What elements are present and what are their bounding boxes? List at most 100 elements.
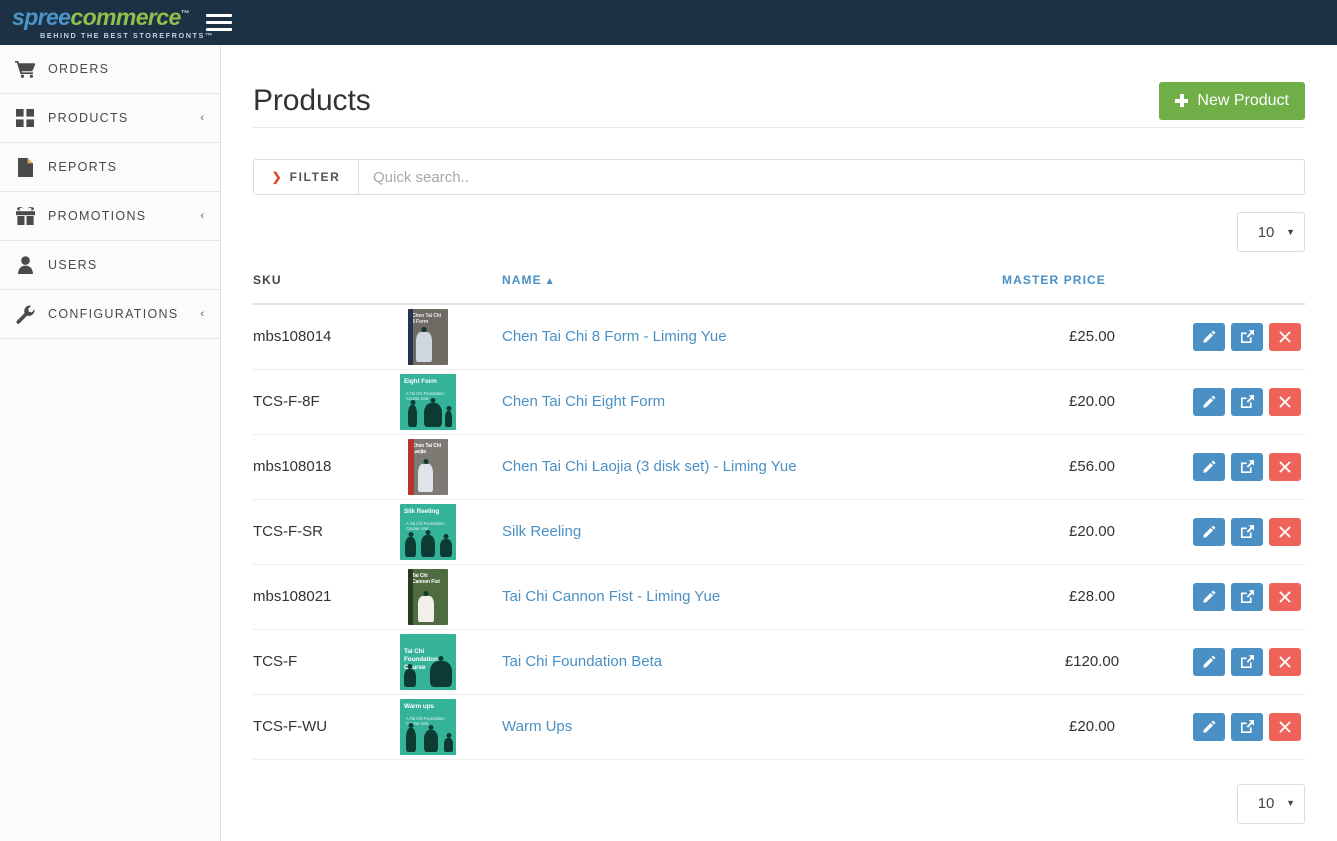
- sidebar-item-orders[interactable]: ORDERS: [0, 45, 220, 94]
- cell-thumbnail: Warm ups A Tai Chi Foundation Course Uni…: [400, 694, 502, 759]
- clone-button[interactable]: [1231, 713, 1263, 741]
- new-product-button[interactable]: New Product: [1159, 82, 1305, 120]
- edit-button[interactable]: [1193, 518, 1225, 546]
- table-header-row: SKU NAME▲ MASTER PRICE: [253, 273, 1305, 304]
- sidebar-item-products[interactable]: PRODUCTS ‹: [0, 94, 220, 143]
- column-header-actions: [1182, 273, 1305, 304]
- sidebar-item-reports[interactable]: REPORTS: [0, 143, 220, 192]
- gift-icon: [12, 205, 38, 227]
- delete-icon: [1279, 721, 1291, 733]
- page-header: Products New Product: [253, 45, 1305, 127]
- edit-button[interactable]: [1193, 453, 1225, 481]
- delete-icon: [1279, 461, 1291, 473]
- per-page-value: 10: [1238, 795, 1286, 812]
- delete-button[interactable]: [1269, 453, 1301, 481]
- search-input[interactable]: [359, 160, 1304, 194]
- product-name-link[interactable]: Tai Chi Foundation Beta: [502, 653, 662, 670]
- search-toolbar: ❯ FILTER: [253, 159, 1305, 195]
- sidebar-item-label: ORDERS: [48, 62, 109, 76]
- hamburger-menu-icon[interactable]: [206, 12, 232, 34]
- sidebar-item-configurations[interactable]: CONFIGURATIONS ‹: [0, 290, 220, 339]
- table-row: TCS-F-WU Warm ups A Tai Chi Foundation C…: [253, 694, 1305, 759]
- cell-master-price: £20.00: [1002, 694, 1182, 759]
- logo-spree-text: spree: [12, 4, 70, 30]
- product-thumbnail[interactable]: Eight Form A Tai Chi Foundation Course U…: [400, 374, 456, 430]
- cell-sku: TCS-F-8F: [253, 369, 400, 434]
- product-name-link[interactable]: Warm Ups: [502, 718, 572, 735]
- document-icon: [12, 156, 38, 178]
- clone-button[interactable]: [1231, 453, 1263, 481]
- wrench-icon: [12, 303, 38, 325]
- column-header-name-label: NAME: [502, 273, 542, 287]
- delete-button[interactable]: [1269, 388, 1301, 416]
- user-icon: [12, 254, 38, 276]
- cell-master-price: £120.00: [1002, 629, 1182, 694]
- product-thumbnail[interactable]: Chen Tai Chi 8 Form: [408, 309, 448, 365]
- clone-button[interactable]: [1231, 648, 1263, 676]
- product-thumbnail[interactable]: Warm ups A Tai Chi Foundation Course Uni…: [400, 699, 456, 755]
- products-table-head: SKU NAME▲ MASTER PRICE: [253, 273, 1305, 304]
- cell-actions: [1182, 304, 1305, 369]
- logo-wordmark: spreecommerce™: [12, 6, 189, 29]
- column-header-name[interactable]: NAME▲: [502, 273, 1002, 304]
- delete-button[interactable]: [1269, 648, 1301, 676]
- per-page-select-bottom[interactable]: 10 ▼: [1237, 784, 1305, 824]
- row-action-group: [1193, 648, 1305, 676]
- filter-button[interactable]: ❯ FILTER: [254, 160, 359, 194]
- delete-button[interactable]: [1269, 713, 1301, 741]
- product-name-link[interactable]: Chen Tai Chi Eight Form: [502, 393, 665, 410]
- hamburger-bar: [206, 21, 232, 24]
- logo-tagline: BEHIND THE BEST STOREFRONTS™: [40, 32, 214, 39]
- clone-button[interactable]: [1231, 323, 1263, 351]
- cell-product-name: Tai Chi Cannon Fist - Liming Yue: [502, 564, 1002, 629]
- edit-button[interactable]: [1193, 583, 1225, 611]
- edit-button[interactable]: [1193, 323, 1225, 351]
- clone-icon: [1241, 460, 1254, 473]
- clone-icon: [1241, 655, 1254, 668]
- thumbnail-title: Chen Tai Chi Laojia: [412, 443, 444, 456]
- delete-button[interactable]: [1269, 583, 1301, 611]
- sidebar-item-label: USERS: [48, 258, 98, 272]
- row-action-group: [1193, 453, 1305, 481]
- sidebar-item-label: REPORTS: [48, 160, 117, 174]
- product-thumbnail[interactable]: Tai Chi Foundation Course: [400, 634, 456, 690]
- clone-button[interactable]: [1231, 388, 1263, 416]
- table-row: TCS-F-8F Eight Form A Tai Chi Foundation…: [253, 369, 1305, 434]
- table-row: mbs108018 Chen Tai Chi Laojia Chen Tai C…: [253, 434, 1305, 499]
- row-action-group: [1193, 323, 1305, 351]
- edit-button[interactable]: [1193, 713, 1225, 741]
- clone-icon: [1241, 330, 1254, 343]
- row-action-group: [1193, 388, 1305, 416]
- edit-button[interactable]: [1193, 648, 1225, 676]
- products-table: SKU NAME▲ MASTER PRICE mbs108014 Chen Ta…: [253, 273, 1305, 760]
- column-header-sku: SKU: [253, 273, 400, 304]
- main-content-area: Products New Product ❯ FILTER 10 ▼ SK: [221, 45, 1337, 841]
- row-action-group: [1193, 518, 1305, 546]
- product-name-link[interactable]: Tai Chi Cannon Fist - Liming Yue: [502, 588, 720, 605]
- clone-button[interactable]: [1231, 518, 1263, 546]
- clone-button[interactable]: [1231, 583, 1263, 611]
- per-page-select-top[interactable]: 10 ▼: [1237, 212, 1305, 252]
- sidebar-item-promotions[interactable]: PROMOTIONS ‹: [0, 192, 220, 241]
- spree-commerce-logo[interactable]: spreecommerce™ BEHIND THE BEST STOREFRON…: [12, 6, 192, 39]
- cart-icon: [12, 58, 38, 80]
- product-name-link[interactable]: Chen Tai Chi Laojia (3 disk set) - Limin…: [502, 458, 797, 475]
- cell-actions: [1182, 434, 1305, 499]
- sidebar-item-users[interactable]: USERS: [0, 241, 220, 290]
- product-name-link[interactable]: Chen Tai Chi 8 Form - Liming Yue: [502, 328, 727, 345]
- column-header-master-price[interactable]: MASTER PRICE: [1002, 273, 1182, 304]
- cell-master-price: £28.00: [1002, 564, 1182, 629]
- delete-button[interactable]: [1269, 518, 1301, 546]
- product-thumbnail[interactable]: Tai Chi Cannon Fist: [408, 569, 448, 625]
- edit-button[interactable]: [1193, 388, 1225, 416]
- clone-icon: [1241, 525, 1254, 538]
- delete-button[interactable]: [1269, 323, 1301, 351]
- cell-product-name: Warm Ups: [502, 694, 1002, 759]
- product-thumbnail[interactable]: Chen Tai Chi Laojia: [408, 439, 448, 495]
- cell-actions: [1182, 694, 1305, 759]
- product-thumbnail[interactable]: Silk Reeling A Tai Chi Foundation Course…: [400, 504, 456, 560]
- product-name-link[interactable]: Silk Reeling: [502, 523, 581, 540]
- chevron-left-icon: ‹: [200, 308, 204, 320]
- cell-actions: [1182, 564, 1305, 629]
- cell-actions: [1182, 369, 1305, 434]
